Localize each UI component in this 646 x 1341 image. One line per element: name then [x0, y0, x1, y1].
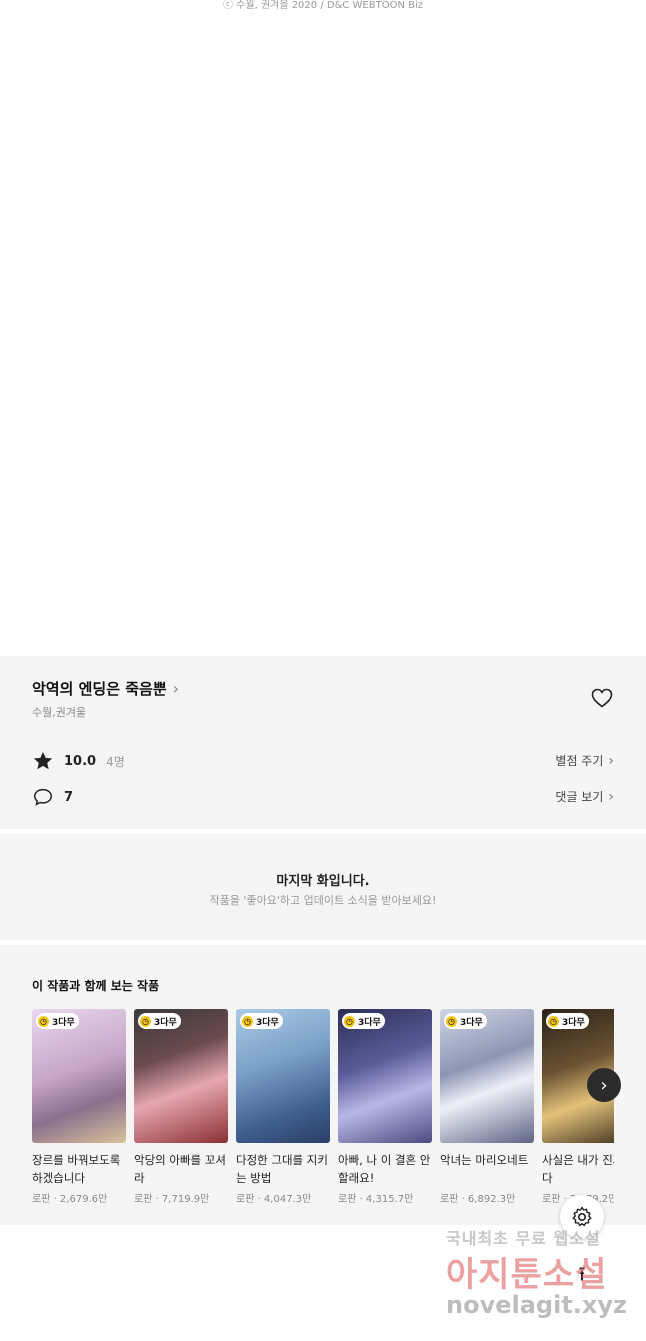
recommendation-card[interactable]: ◷ 3다무 아빠, 나 이 결혼 안 할래요! 로판 · 4,315.7만 [338, 1009, 432, 1205]
rate-link-label: 별점 주기 [555, 754, 604, 768]
wait-free-badge: ◷ 3다무 [546, 1013, 589, 1029]
card-meta: 로판 · 7,719.9만 [134, 1194, 210, 1205]
last-episode-subtitle: 작품을 '좋아요'하고 업데이트 소식을 받아보세요! [209, 894, 437, 907]
comment-row: 7 [32, 786, 73, 808]
card-title: 사실은 내가 진짜였다 [542, 1153, 614, 1185]
card-meta: 로판 · 6,892.3만 [440, 1194, 516, 1205]
cover-image: ◷ 3다무 [134, 1009, 228, 1143]
copyright-notice: ⓒ 수월, 권겨을 2020 / D&C WEBTOON Biz [222, 0, 423, 11]
watermark-line3: novelagit.xyz [446, 1291, 628, 1319]
clock-icon: ◷ [344, 1015, 355, 1027]
work-title-link[interactable]: 악역의 엔딩은 죽음뿐 › [32, 678, 179, 699]
wait-free-badge: ◷ 3다무 [138, 1013, 181, 1029]
recommendation-card[interactable]: ◷ 3다무 장르를 바꿔보도록 하겠습니다 로판 · 2,679.6만 [32, 1009, 126, 1205]
rate-link[interactable]: 별점 주기 › [555, 752, 614, 769]
recommendation-card[interactable]: ◷3다무 사실은 내가 진짜였다 로판 · 2,979.2만 [542, 1009, 614, 1205]
wait-free-badge: ◷ 3다무 [240, 1013, 283, 1029]
carousel-next-button[interactable]: › [587, 1068, 621, 1102]
cover-image: ◷ 3다무 [338, 1009, 432, 1143]
clock-icon: ◷ [38, 1015, 49, 1027]
cover-image: ◷ 3다무 [440, 1009, 534, 1143]
card-title: 아빠, 나 이 결혼 안 할래요! [338, 1153, 431, 1185]
recommendation-card[interactable]: ◷ 3다무 악당의 아빠를 꼬셔라 로판 · 7,719.9만 [134, 1009, 228, 1205]
clock-icon: ◷ [446, 1015, 457, 1027]
wait-free-badge: ◷ 3다무 [36, 1013, 79, 1029]
clock-icon: ◷ [140, 1015, 151, 1027]
chevron-right-icon: › [608, 752, 614, 769]
chevron-right-icon: › [600, 1074, 608, 1096]
chevron-right-icon: › [608, 788, 614, 805]
card-title: 악녀는 마리오네트 [440, 1153, 529, 1167]
comment-count: 7 [64, 789, 74, 805]
wait-free-badge: ◷ 3다무 [342, 1013, 385, 1029]
work-info-panel: 악역의 엔딩은 죽음뿐 › 수월,권겨울 10.0 4명 별점 주기 › 7 댓… [0, 656, 646, 829]
recommendation-card[interactable]: ◷ 3다무 악녀는 마리오네트 로판 · 6,892.3만 [440, 1009, 534, 1205]
card-meta: 로판 · 2,679.6만 [32, 1194, 108, 1205]
comment-link-label: 댓글 보기 [555, 790, 604, 804]
recommendation-list: ◷ 3다무 장르를 바꿔보도록 하겠습니다 로판 · 2,679.6만 ◷ 3다무 … [32, 1009, 614, 1205]
comment-link[interactable]: 댓글 보기 › [555, 788, 614, 805]
recommendation-card[interactable]: ◷ 3다무 다정한 그대를 지키는 방법 로판 · 4,047.3만 [236, 1009, 330, 1205]
watermark-line1: 국내최초 무료 웹소설 [446, 1229, 601, 1248]
star-icon [33, 751, 53, 770]
wait-free-badge: ◷ 3다무 [444, 1013, 487, 1029]
watermark: 국내최초 무료 웹소설 아지툰소설 novelagit.xyz [446, 1225, 636, 1335]
work-title: 악역의 엔딩은 죽음뿐 [32, 680, 167, 698]
rating-value: 10.0 [64, 753, 97, 769]
chevron-right-icon: › [172, 679, 180, 698]
heart-icon[interactable] [590, 686, 614, 710]
recommendation-panel: 이 작품과 함께 보는 작품 ◷ 3다무 장르를 바꿔보도록 하겠습니다 로판 ·… [0, 945, 646, 1225]
card-meta: 로판 · 4,047.3만 [236, 1194, 312, 1205]
last-episode-title: 마지막 화입니다. [276, 874, 370, 889]
recommendation-title: 이 작품과 함께 보는 작품 [32, 979, 160, 993]
clock-icon: ◷ [242, 1015, 253, 1027]
last-episode-panel: 마지막 화입니다. 작품을 '좋아요'하고 업데이트 소식을 받아보세요! [0, 834, 646, 940]
cover-image: ◷ 3다무 [32, 1009, 126, 1143]
card-title: 장르를 바꿔보도록 하겠습니다 [32, 1153, 121, 1185]
card-meta: 로판 · 4,315.7만 [338, 1194, 414, 1205]
comment-icon [34, 788, 52, 806]
work-author: 수월,권겨울 [32, 706, 87, 719]
card-title: 다정한 그대를 지키는 방법 [236, 1153, 328, 1185]
cover-image: ◷ 3다무 [236, 1009, 330, 1143]
watermark-line2: 아지툰소설 [446, 1255, 608, 1295]
rating-count: 4명 [106, 754, 125, 769]
clock-icon: ◷ [548, 1015, 559, 1027]
rating-row: 10.0 4명 [32, 750, 125, 772]
card-title: 악당의 아빠를 꼬셔라 [134, 1153, 226, 1185]
